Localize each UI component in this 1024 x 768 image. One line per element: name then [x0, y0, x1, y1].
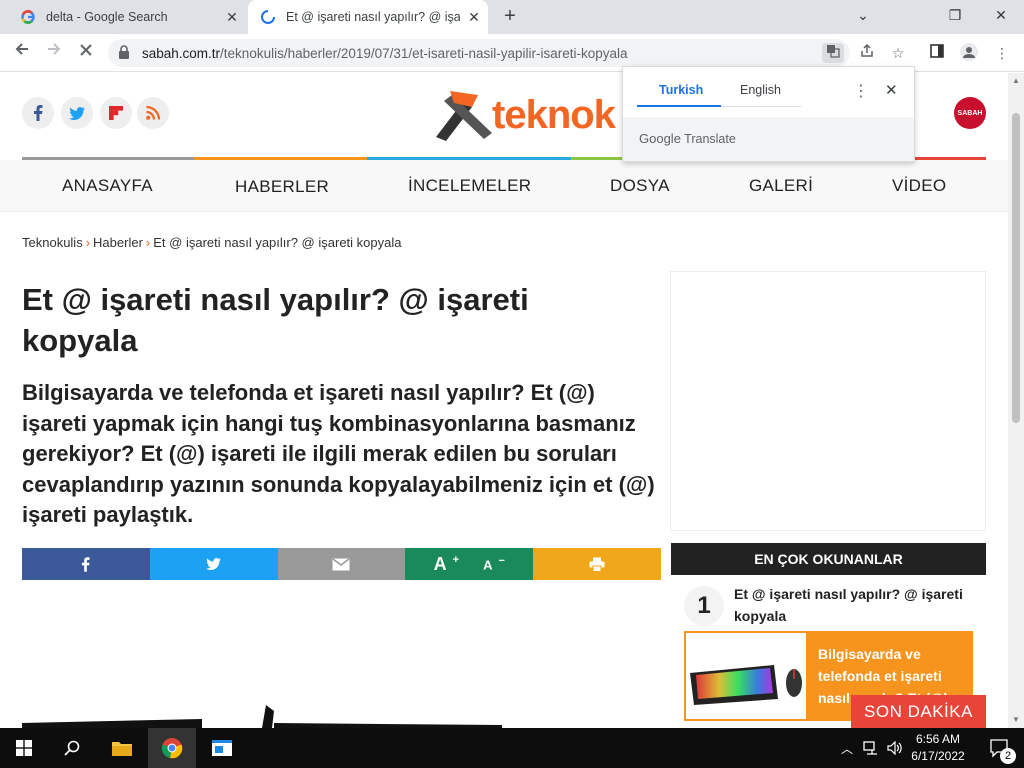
page-title: Et @ işareti nasıl yapılır? @ işareti ko…: [22, 282, 529, 358]
close-icon[interactable]: ✕: [885, 81, 898, 99]
app-window-icon[interactable]: [198, 728, 246, 768]
font-up-label: A: [433, 553, 447, 574]
nav-incelemeler[interactable]: İNCELEMELER: [408, 176, 531, 196]
minimize-button[interactable]: ⌄: [840, 0, 886, 30]
nav-haberler[interactable]: HABERLER: [235, 177, 329, 197]
print-button[interactable]: [533, 548, 661, 580]
active-tab-indicator: [637, 105, 721, 107]
rss-icon[interactable]: [137, 97, 169, 129]
search-icon[interactable]: [48, 728, 96, 768]
breadcrumb-haberler[interactable]: Haberler: [93, 235, 143, 250]
logo-wordmark: teknok: [492, 93, 616, 137]
network-icon[interactable]: [859, 728, 883, 768]
stop-loading-icon[interactable]: [72, 40, 100, 66]
breadcrumb: Teknokulis › Haberler › Et @ işareti nasıl y…: [22, 235, 401, 250]
scrollbar-thumb[interactable]: [1012, 113, 1020, 423]
plus-sign: +: [452, 553, 460, 566]
share-bar: A + A −: [22, 548, 661, 580]
profile-avatar-icon[interactable]: [958, 43, 980, 63]
nav-galeri[interactable]: GALERİ: [749, 176, 813, 196]
font-decrease-button[interactable]: A −: [483, 555, 505, 572]
article-summary: Bilgisayarda ve telefonda et işareti nas…: [22, 380, 655, 527]
tab-active-article[interactable]: Et @ işareti nasıl yapılır? @ işareti ko…: [248, 0, 488, 34]
lock-icon[interactable]: [118, 45, 132, 61]
scroll-up-icon[interactable]: ▲: [1008, 73, 1024, 89]
system-clock[interactable]: 6:56 AM 6/17/2022: [906, 731, 970, 765]
translate-icon[interactable]: [822, 43, 844, 63]
twitter-icon[interactable]: [61, 97, 93, 129]
url-text: sabah.com.tr/teknokulis/haberler/2019/07…: [142, 46, 628, 61]
notifications-icon[interactable]: 2: [976, 728, 1024, 768]
bookmark-star-icon[interactable]: ☆: [887, 43, 909, 63]
most-read-heading: EN ÇOK OKUNANLAR: [671, 543, 986, 575]
breadcrumb-teknokulis[interactable]: Teknokulis: [22, 235, 83, 250]
chevron-right-icon: ›: [85, 235, 91, 250]
page-scrollbar[interactable]: ▲ ▼: [1008, 73, 1024, 728]
translate-popup: Turkish English ⋮ ✕ Google Translate: [622, 66, 915, 162]
nav-video[interactable]: VİDEO: [892, 176, 946, 196]
flipboard-icon[interactable]: [100, 97, 132, 129]
lang-tab-turkish[interactable]: Turkish: [659, 83, 703, 97]
tab-close-button[interactable]: ✕: [460, 9, 488, 26]
tab-strip: delta - Google Search ✕ Et @ işareti nas…: [0, 0, 1024, 34]
google-icon: [20, 9, 36, 25]
minus-sign: −: [498, 555, 505, 568]
tab-title: delta - Google Search: [46, 10, 168, 24]
tab-close-button[interactable]: ✕: [218, 9, 246, 26]
share-email-button[interactable]: [277, 548, 406, 580]
volume-icon[interactable]: [883, 728, 907, 768]
lang-tab-english[interactable]: English: [740, 83, 781, 97]
scroll-down-icon[interactable]: ▼: [1008, 712, 1024, 728]
font-increase-button[interactable]: A +: [434, 554, 459, 575]
tab-google-search[interactable]: delta - Google Search ✕: [8, 0, 246, 34]
chevron-up-icon[interactable]: ︿: [835, 728, 859, 768]
share-twitter-button[interactable]: [149, 548, 278, 580]
sabah-badge[interactable]: SABAH: [954, 97, 986, 129]
share-icon[interactable]: [856, 43, 878, 63]
forward-arrow-icon[interactable]: [40, 40, 68, 66]
more-options-icon[interactable]: ⋮: [853, 81, 869, 101]
translate-word: Translate: [684, 132, 736, 146]
chevron-right-icon: ›: [145, 235, 151, 250]
clock-time: 6:56 AM: [915, 732, 961, 746]
rank-number: 1: [684, 586, 724, 626]
url-domain: sabah.com.tr: [142, 46, 221, 61]
notification-count-badge: 2: [1000, 748, 1016, 764]
file-explorer-icon[interactable]: [98, 728, 146, 768]
side-panel-icon[interactable]: [926, 43, 948, 63]
nav-dosya[interactable]: DOSYA: [610, 176, 670, 196]
main-nav: ANASAYFA HABERLER İNCELEMELER DOSYA GALE…: [0, 160, 1008, 212]
breadcrumb-current[interactable]: Et @ işareti nasıl yapılır? @ işareti ko…: [153, 235, 401, 250]
web-page: teknok SABAH ANASAYFA HABERLER İNCELEMEL…: [0, 73, 1008, 728]
url-path: /teknokulis/haberler/2019/07/31/et-isare…: [220, 46, 628, 61]
article-image: [22, 583, 661, 728]
font-down-label: A: [483, 557, 493, 573]
font-size-controls: A + A −: [405, 548, 534, 580]
new-tab-button[interactable]: +: [498, 5, 522, 29]
tab-title: Et @ işareti nasıl yapılır? @ işareti ko…: [286, 10, 460, 24]
google-wordmark: Google: [639, 131, 681, 146]
translate-footer: Google Translate: [623, 117, 914, 161]
window-close-button[interactable]: ✕: [978, 0, 1024, 30]
chrome-icon[interactable]: [148, 728, 196, 768]
windows-taskbar: ︿ 6:56 AM 6/17/2022 2: [0, 728, 1024, 768]
most-read-item-title[interactable]: Et @ işareti nasıl yapılır? @ işareti ko…: [734, 583, 974, 627]
windows-start-icon[interactable]: [0, 728, 48, 768]
clock-date: 6/17/2022: [911, 749, 965, 763]
google-translate-brand: Google Translate: [639, 131, 736, 146]
nav-anasayfa[interactable]: ANASAYFA: [62, 176, 153, 196]
tab-divider: [721, 106, 801, 107]
facebook-icon[interactable]: [22, 97, 54, 129]
share-facebook-button[interactable]: [22, 548, 150, 580]
menu-kebab-icon[interactable]: ⋮: [991, 43, 1013, 63]
back-arrow-icon[interactable]: [8, 40, 36, 66]
address-bar[interactable]: sabah.com.tr/teknokulis/haberler/2019/07…: [108, 39, 850, 67]
keyboard-image: [686, 633, 806, 719]
restore-button[interactable]: ❐: [932, 0, 978, 30]
ad-slot: [670, 271, 986, 531]
loading-spinner-icon: [260, 9, 276, 25]
breaking-news-badge[interactable]: SON DAKİKA: [851, 695, 986, 728]
